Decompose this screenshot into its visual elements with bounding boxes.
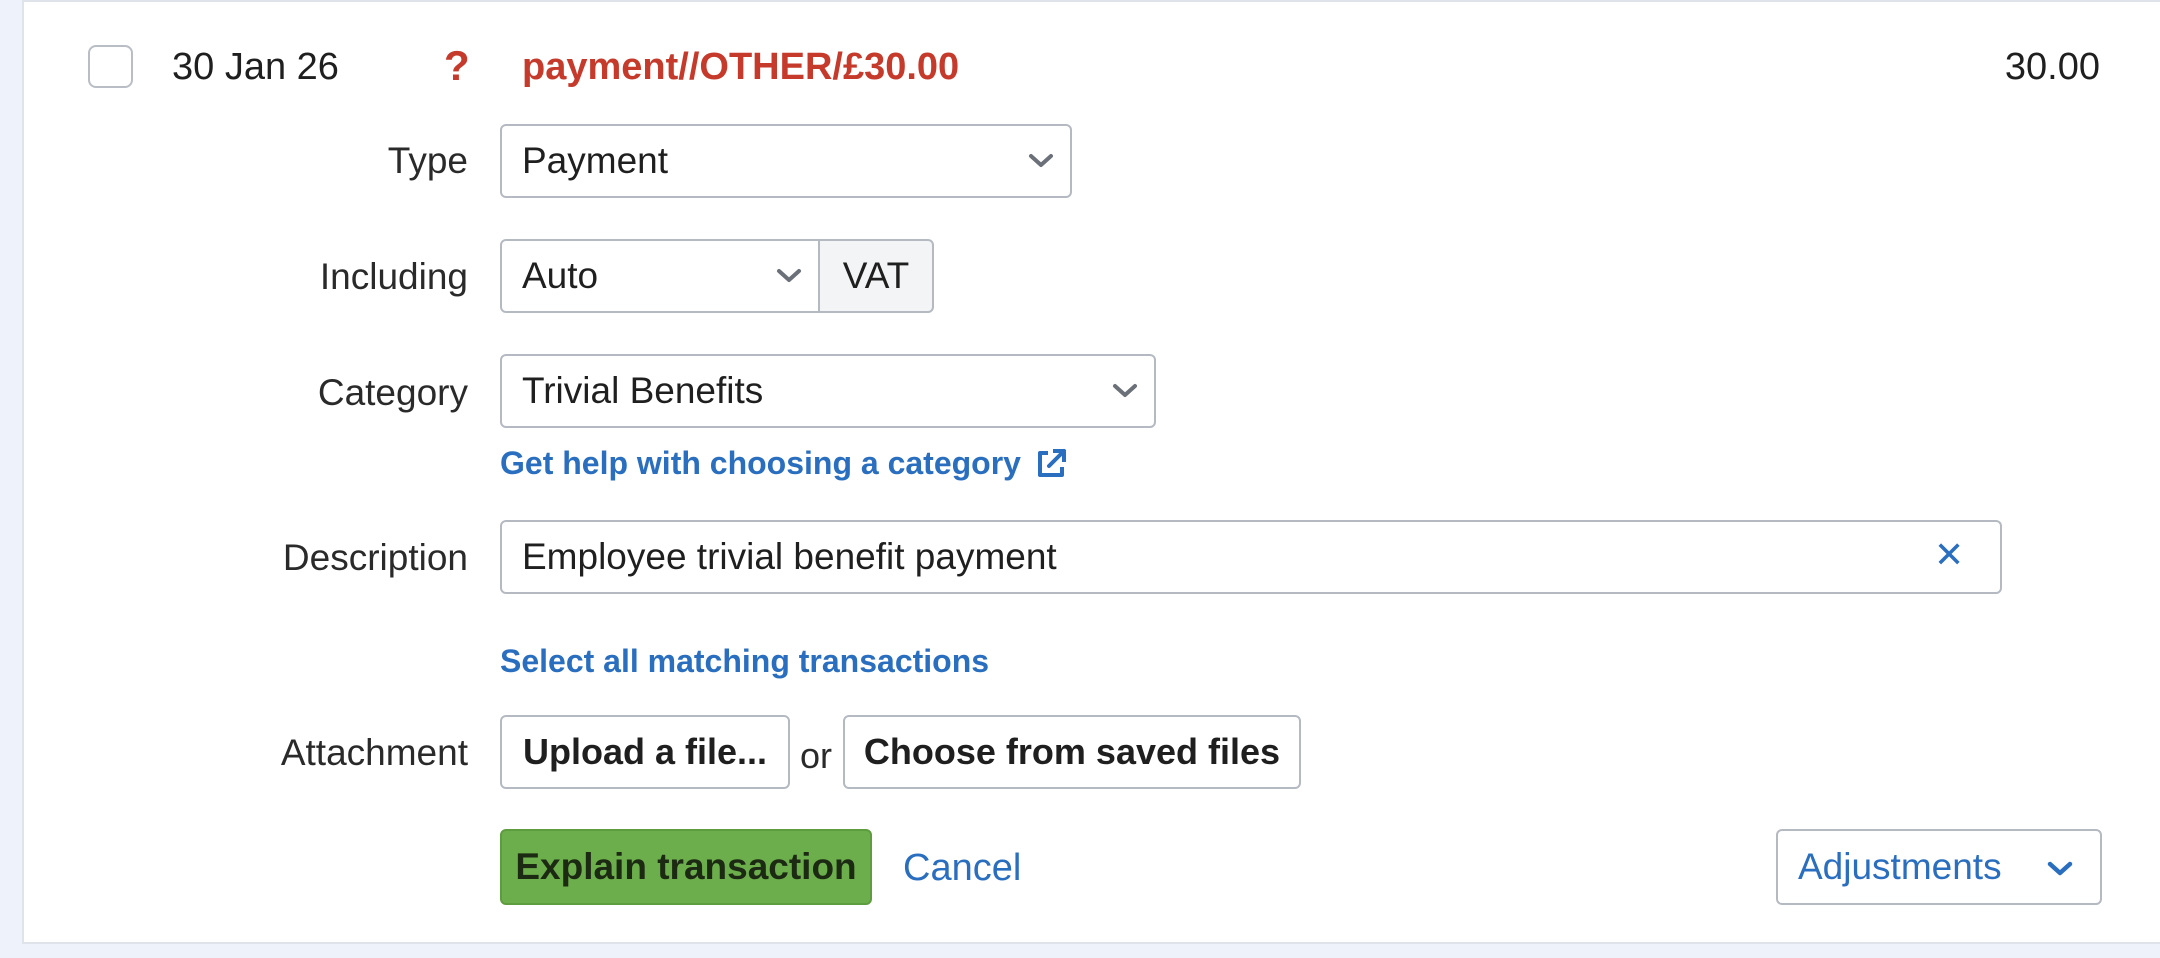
category-label: Category xyxy=(317,372,468,413)
category-help-link-text: Get help with choosing a category xyxy=(500,445,1021,481)
or-text: or xyxy=(800,735,833,776)
transaction-checkbox[interactable] xyxy=(88,45,133,88)
chevron-down-icon xyxy=(777,269,801,282)
type-select-value: Payment xyxy=(522,140,669,181)
select-all-matching-link[interactable]: Select all matching transactions xyxy=(500,643,989,680)
cancel-link[interactable]: Cancel xyxy=(903,847,1021,890)
category-select[interactable]: Trivial Benefits xyxy=(500,354,1156,428)
attachment-label: Attachment xyxy=(280,732,468,773)
category-select-value: Trivial Benefits xyxy=(522,370,764,411)
including-select-value: Auto xyxy=(522,255,599,296)
chevron-down-icon xyxy=(1029,154,1053,167)
upload-file-button[interactable]: Upload a file... xyxy=(500,715,790,789)
transaction-title: payment//OTHER/£30.00 xyxy=(522,46,960,88)
chevron-down-icon xyxy=(1113,384,1137,397)
chevron-down-icon xyxy=(2047,861,2073,876)
explain-transaction-button[interactable]: Explain transaction xyxy=(500,829,872,905)
adjustments-button-label: Adjustments xyxy=(1798,846,2002,887)
unexplained-status-icon: ? xyxy=(444,42,470,89)
transaction-date: 30 Jan 26 xyxy=(172,46,339,88)
choose-saved-files-button[interactable]: Choose from saved files xyxy=(843,715,1301,789)
description-label: Description xyxy=(282,537,468,578)
transaction-amount: 30.00 xyxy=(2004,46,2100,88)
vat-addon: VAT xyxy=(818,239,934,313)
external-link-icon xyxy=(1037,448,1066,477)
transaction-explain-panel: 30 Jan 26 ? payment//OTHER/£30.00 30.00 … xyxy=(22,0,2160,944)
description-input-value: Employee trivial benefit payment xyxy=(522,536,1057,577)
description-input[interactable]: Employee trivial benefit payment xyxy=(500,520,2002,594)
including-label: Including xyxy=(319,256,468,297)
including-select[interactable]: Auto xyxy=(500,239,820,313)
type-label: Type xyxy=(387,140,468,181)
category-help-link[interactable]: Get help with choosing a category xyxy=(500,445,1069,482)
close-icon[interactable]: ✕ xyxy=(1934,534,1964,576)
adjustments-button[interactable]: Adjustments xyxy=(1776,829,2102,905)
type-select[interactable]: Payment xyxy=(500,124,1072,198)
